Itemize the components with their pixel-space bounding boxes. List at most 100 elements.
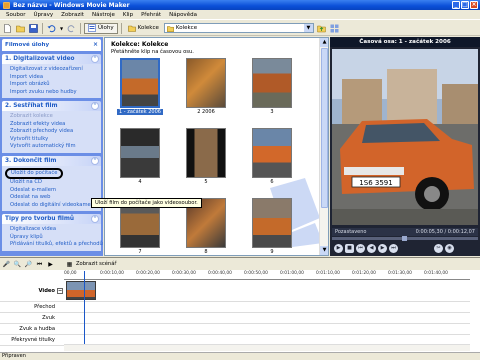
menu-nastroje[interactable]: Nástroje (88, 12, 119, 18)
clip-thumbnail[interactable]: 9 (241, 198, 303, 255)
collections-label: Kolekce (137, 25, 159, 31)
window-title: Bez názvu - Windows Movie Maker (13, 1, 130, 9)
window-controls: _ □ × (452, 1, 478, 9)
minimize-button[interactable]: _ (452, 1, 460, 9)
collections-button[interactable]: Kolekce (125, 23, 162, 34)
task-link[interactable]: Úpravy klipů (10, 234, 98, 242)
status-bar: Připraven (0, 352, 480, 360)
menu-napoveda[interactable]: Nápověda (165, 12, 201, 18)
forward-icon[interactable]: ▶ (378, 243, 387, 253)
menu-soubor[interactable]: Soubor (2, 12, 29, 18)
next-frame-icon[interactable]: ⏭ (389, 243, 398, 253)
tasks-button[interactable]: Úlohy (84, 22, 118, 34)
open-project-icon[interactable] (15, 23, 26, 34)
narrate-icon[interactable]: 🎤 (2, 260, 11, 269)
audio-music-track[interactable] (64, 324, 470, 335)
task-link[interactable]: Vytvořit titulky (10, 136, 98, 144)
task-link[interactable]: Uložit na CD (10, 179, 98, 187)
toolbar-separator (80, 22, 81, 34)
split-clip-icon[interactable]: ✂ (434, 243, 443, 253)
playhead[interactable] (84, 271, 85, 351)
task-link[interactable]: Přidávání titulků, efektů a přechodů (10, 241, 103, 249)
clip-thumbnail[interactable]: 6 (241, 128, 303, 188)
scroll-down-icon[interactable]: ▼ (320, 246, 328, 255)
video-preview: 1S6 3591 (332, 49, 478, 225)
chevron-up-icon[interactable]: ⌃ (91, 102, 99, 110)
task-link[interactable]: Digitalizovat z videozařízení (10, 66, 98, 74)
new-project-icon[interactable] (2, 23, 13, 34)
audio-track[interactable] (64, 313, 470, 324)
scroll-up-icon[interactable]: ▲ (320, 38, 328, 47)
section-header[interactable]: Tipy pro tvorbu filmů ⌃ (2, 214, 101, 224)
chevron-up-icon[interactable]: ⌃ (91, 55, 99, 63)
timeline-clip[interactable] (66, 281, 96, 300)
chevron-up-icon[interactable]: ⌃ (91, 215, 99, 223)
task-link[interactable]: Zobrazit efekty videa (10, 121, 98, 129)
views-icon[interactable] (329, 23, 340, 34)
section-header[interactable]: 2. Sestříhat film ⌃ (2, 101, 101, 111)
redo-icon[interactable] (66, 23, 77, 34)
rewind-timeline-icon[interactable]: ⏮ (35, 260, 44, 269)
clip-thumbnail[interactable]: 1 - začátek 2006 (109, 58, 171, 118)
zoom-out-icon[interactable]: 🔎 (24, 260, 33, 269)
collection-select[interactable]: Kolekce ▼ (163, 23, 314, 33)
clip-thumbnail[interactable]: 2 2006 (175, 58, 237, 118)
chevron-up-icon[interactable]: ⌃ (91, 156, 99, 165)
task-link[interactable]: Import zvuku nebo hudby (10, 89, 98, 97)
task-pane-header: Filmové úlohy × (2, 39, 101, 51)
menu-prehrat[interactable]: Přehrát (137, 12, 165, 18)
clip-image (186, 58, 226, 108)
task-link[interactable]: Odeslat na web (10, 194, 98, 202)
track-label-audio-music: Zvuk a hudba (0, 324, 64, 335)
menu-zobrazit[interactable]: Zobrazit (57, 12, 88, 18)
section-finish-movie: 3. Dokončit film ⌃ Uložit do počítače Ul… (2, 155, 101, 211)
clip-thumbnail[interactable]: 4 (109, 128, 171, 188)
menu-upravy[interactable]: Úpravy (29, 12, 57, 18)
dropdown-arrow-icon[interactable]: ▼ (303, 24, 313, 32)
clip-caption: 3 (270, 109, 274, 115)
section-header[interactable]: 3. Dokončit film ⌃ (2, 155, 101, 166)
menu-klip[interactable]: Klip (119, 12, 137, 18)
previous-frame-icon[interactable]: ⏮ (356, 243, 365, 253)
section-title: 3. Dokončit film (5, 157, 57, 164)
task-link[interactable]: Digitalizace videa (10, 226, 98, 234)
close-button[interactable]: × (470, 1, 478, 9)
ruler-tick: 0:00:50,00 (244, 271, 268, 276)
up-folder-icon[interactable] (316, 23, 327, 34)
monitor-title: Časová osa: 1 - začátek 2006 (330, 37, 480, 47)
time-ruler[interactable]: 00,00 0:00:10,00 0:00:20,00 0:00:30,00 0… (64, 271, 470, 280)
undo-dropdown-icon[interactable]: ▼ (59, 23, 64, 34)
expand-track-icon[interactable]: − (57, 288, 63, 294)
seek-handle[interactable] (402, 236, 407, 241)
toolbar: ▼ Úlohy Kolekce Kolekce ▼ (0, 21, 480, 36)
save-project-icon[interactable] (28, 23, 39, 34)
toolbar-separator (120, 22, 122, 34)
storyboard-toggle[interactable]: ▦ Zobrazit scénář (65, 260, 117, 269)
stop-icon[interactable]: ■ (345, 243, 354, 253)
save-to-computer-link[interactable]: Uložit do počítače (5, 167, 64, 179)
task-link[interactable]: Import obrázků (10, 81, 98, 89)
timeline-scrollbar[interactable] (64, 344, 470, 351)
task-link[interactable]: Import videa (10, 74, 98, 82)
transition-track[interactable] (64, 302, 470, 313)
seek-bar[interactable] (332, 236, 478, 241)
play-icon[interactable]: ▶ (334, 243, 343, 253)
scroll-thumb[interactable] (321, 48, 328, 208)
rewind-icon[interactable]: ◀ (367, 243, 376, 253)
snapshot-icon[interactable]: ◉ (445, 243, 454, 253)
task-link[interactable]: Zobrazit přechody videa (10, 128, 98, 136)
play-timeline-icon[interactable]: ▶ (46, 260, 55, 269)
zoom-in-icon[interactable]: 🔍 (13, 260, 22, 269)
clip-thumbnail[interactable]: 3 (241, 58, 303, 118)
close-icon[interactable]: × (93, 41, 98, 48)
maximize-button[interactable]: □ (461, 1, 469, 9)
ruler-tick: 0:01:00,00 (280, 271, 304, 276)
task-link[interactable]: Odeslat e-mailem (10, 187, 98, 195)
task-link[interactable]: Vytvořit automatický film (10, 143, 98, 151)
clip-thumbnail[interactable]: 5 (175, 128, 237, 188)
collection-scrollbar[interactable]: ▲ ▼ (319, 38, 328, 255)
undo-icon[interactable] (46, 23, 57, 34)
section-header[interactable]: 1. Digitalizovat video ⌃ (2, 54, 101, 64)
video-track[interactable] (64, 280, 470, 302)
task-link[interactable]: Odeslat do digitální videokamery (10, 202, 98, 210)
